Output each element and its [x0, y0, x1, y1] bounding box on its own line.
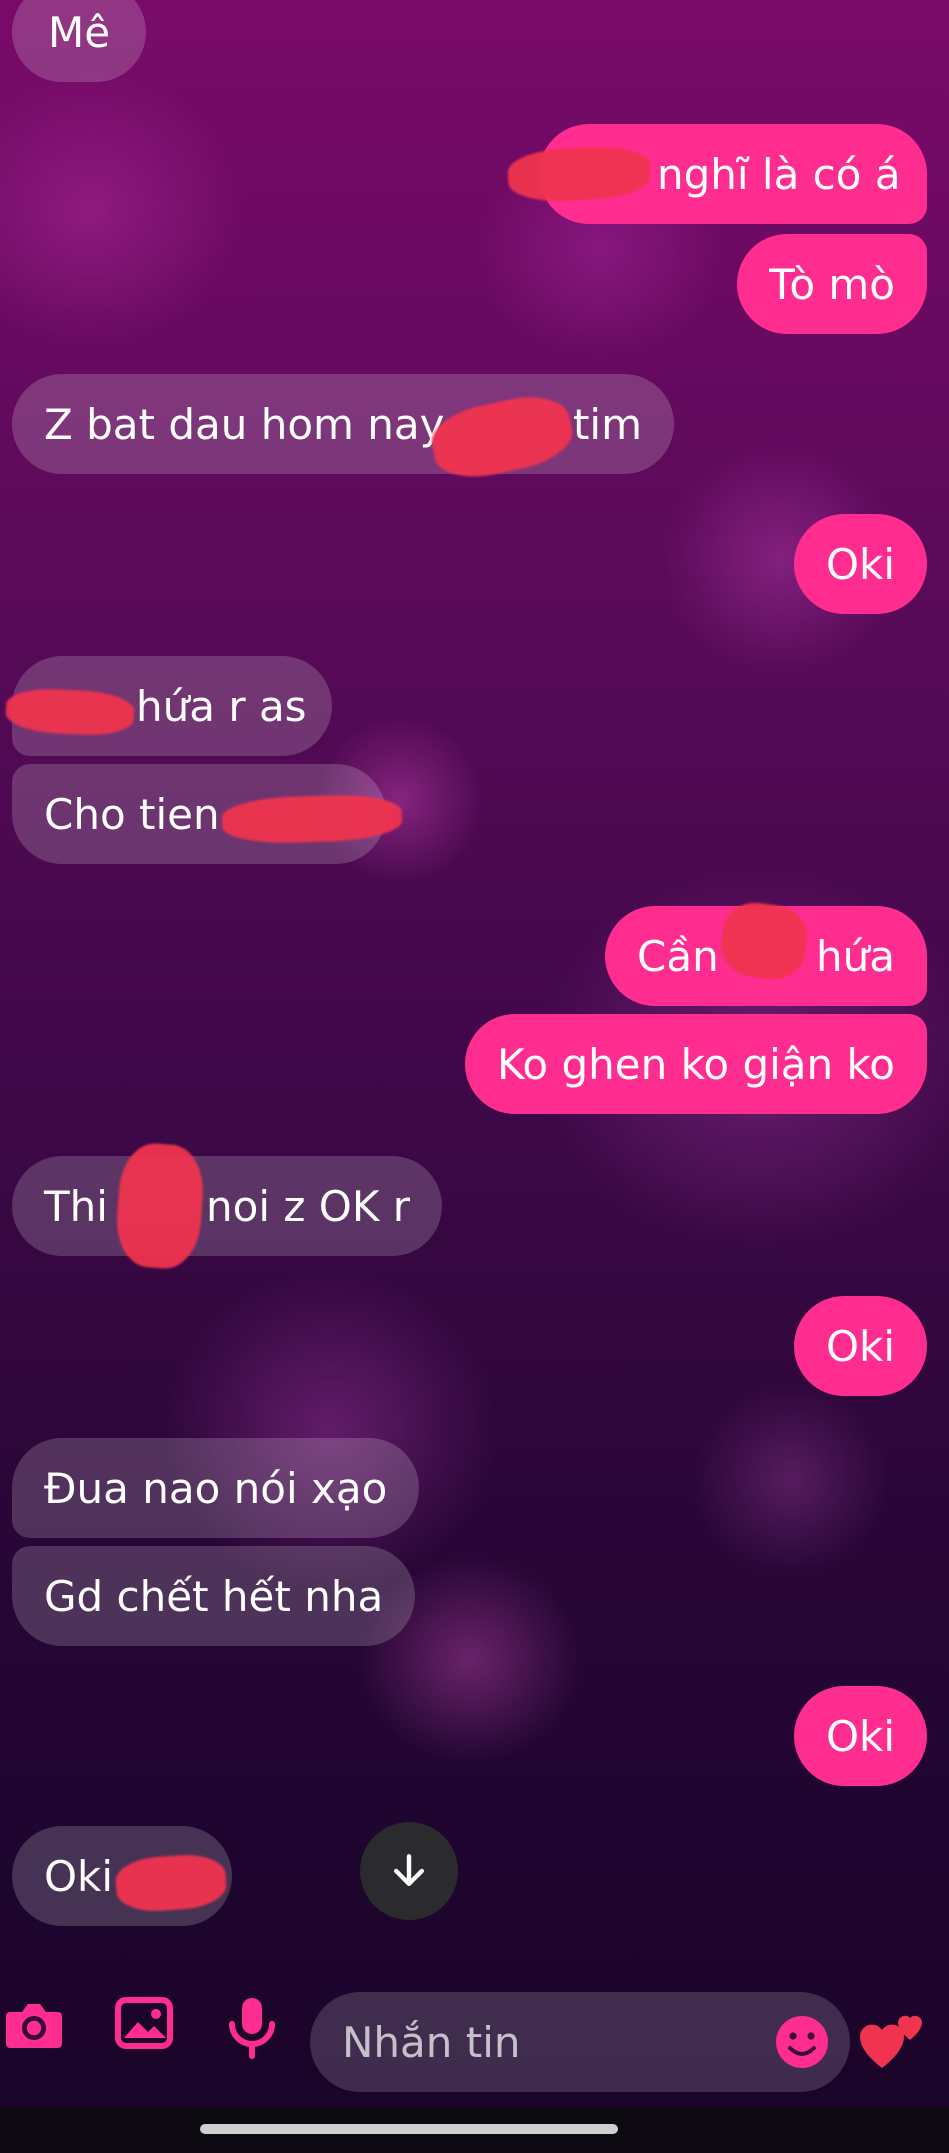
message-bubble-sent[interactable]: Oki [793, 1296, 927, 1396]
message-text: Oki [825, 539, 895, 589]
message-text: Ko ghen ko giận ko [496, 1039, 895, 1089]
camera-button[interactable] [2, 1994, 62, 2054]
message-bubble-received[interactable]: Thi noi z OK r [12, 1156, 442, 1256]
voice-button[interactable] [222, 1994, 282, 2059]
scroll-to-bottom-button[interactable] [360, 1822, 458, 1920]
message-bubble-sent[interactable]: Ko ghen ko giận ko [464, 1014, 927, 1114]
heart-icon [860, 2015, 922, 2068]
message-text: Oki [825, 1321, 895, 1371]
message-text-tail: tim [572, 399, 642, 449]
message-bubble-sent[interactable]: Oki [793, 1686, 927, 1786]
message-text: Cho tien [44, 789, 220, 839]
message-input-placeholder: Nhắn tin [342, 2017, 521, 2067]
arrow-down-icon [393, 1854, 425, 1887]
home-indicator[interactable] [200, 2124, 618, 2134]
message-bubble-received[interactable]: Z bat dau hom nay tim [12, 374, 674, 474]
message-text: Oki [825, 1711, 895, 1761]
message-text: Mê [48, 7, 111, 57]
message-bubble-received[interactable]: Mê [12, 0, 147, 82]
image-icon [115, 1997, 173, 2049]
message-text: Gd chết hết nha [44, 1571, 384, 1621]
emoji-icon [776, 2016, 828, 2068]
message-text: Đua nao nói xạo [44, 1463, 388, 1513]
message-bubble-received[interactable]: Gd chết hết nha [12, 1546, 416, 1646]
message-text: Thi [44, 1181, 108, 1231]
message-text: Cần [637, 931, 719, 981]
send-heart-button[interactable] [858, 2000, 928, 2074]
camera-icon [6, 2004, 62, 2048]
gallery-button[interactable] [114, 1994, 174, 2054]
message-text: hứa r as [136, 681, 307, 731]
message-bubble-sent[interactable]: Tò mò [737, 234, 927, 334]
message-bubble-received[interactable]: Đua nao nói xạo [12, 1438, 420, 1538]
message-bubble-sent[interactable]: Oki [793, 514, 927, 614]
message-text: Z bat dau hom nay [44, 399, 445, 449]
emoji-button[interactable] [772, 2012, 832, 2072]
message-text: nghĩ là có á [657, 149, 901, 199]
message-input[interactable]: Nhắn tin [310, 1992, 850, 2092]
message-text-tail: hứa [816, 931, 895, 981]
message-text: Oki [44, 1851, 114, 1901]
message-text: Tò mò [769, 259, 895, 309]
mic-icon [229, 1998, 275, 2059]
message-text-tail: noi z OK r [206, 1181, 410, 1231]
